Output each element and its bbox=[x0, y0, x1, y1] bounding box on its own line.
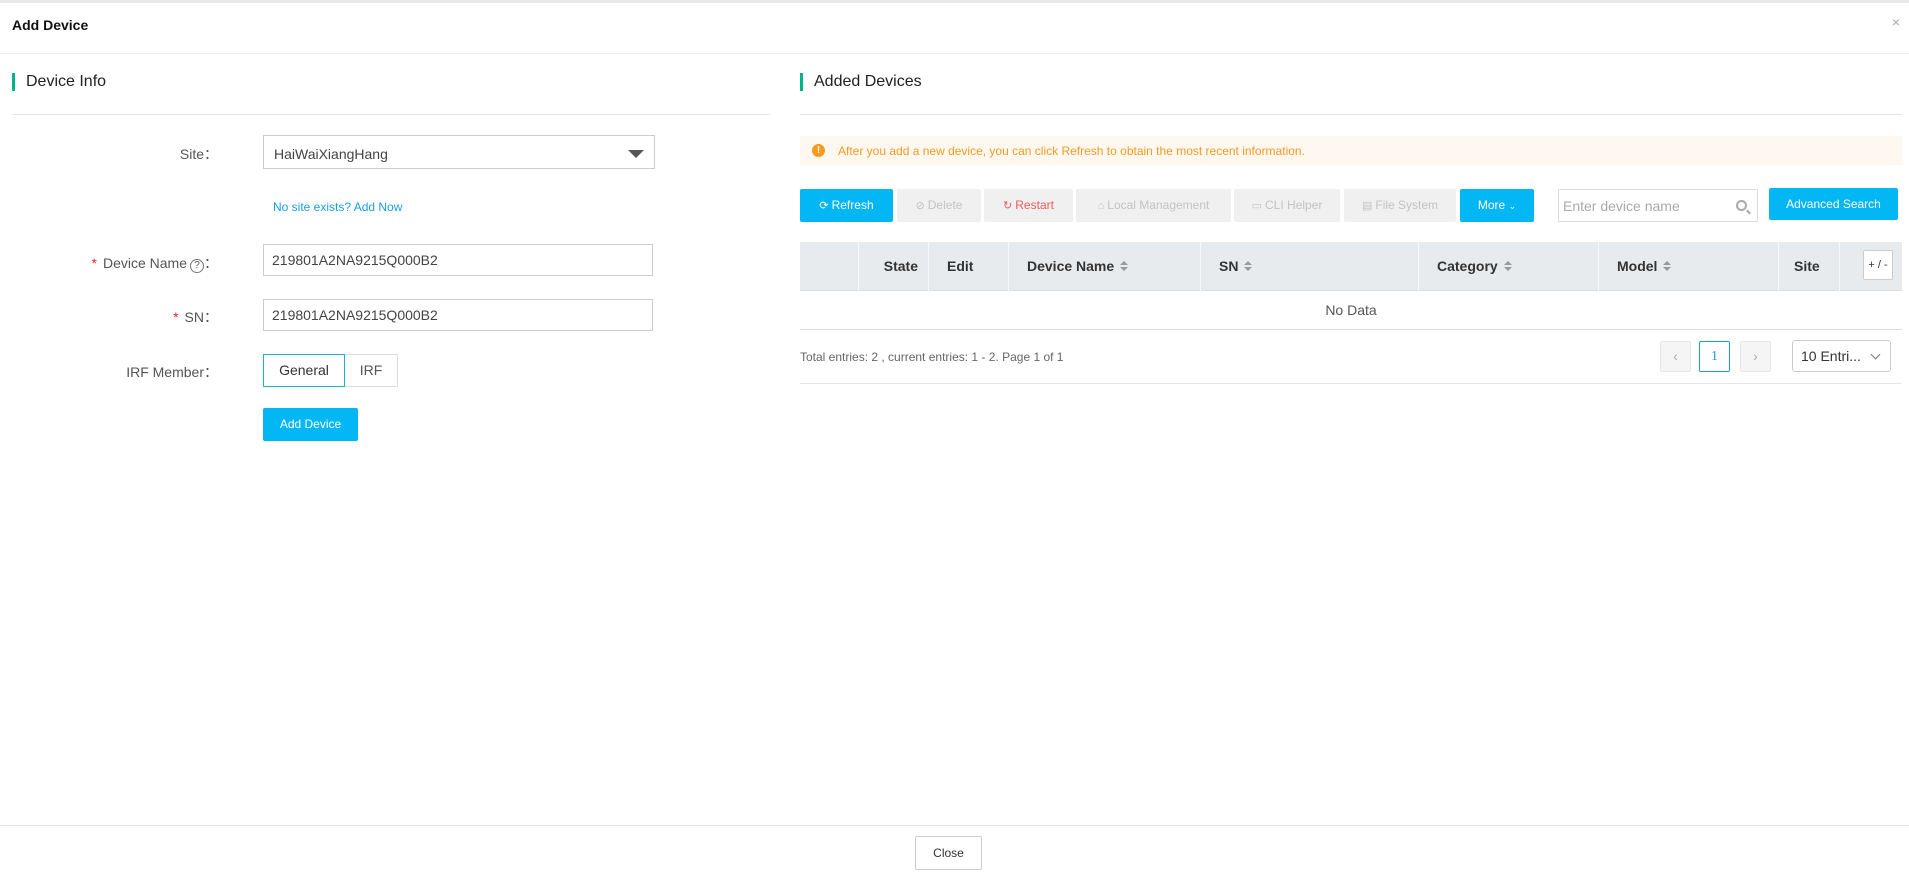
sort-icon[interactable] bbox=[1503, 261, 1512, 272]
irf-option-irf[interactable]: IRF bbox=[345, 354, 398, 387]
folder-icon: ▤ bbox=[1361, 200, 1373, 212]
search-icon[interactable] bbox=[1736, 200, 1747, 211]
label-colon: ： bbox=[204, 255, 218, 271]
column-toggle-button[interactable]: + / - bbox=[1863, 250, 1893, 280]
column-category-label: Category bbox=[1437, 258, 1498, 274]
chevron-down-icon bbox=[1870, 349, 1881, 360]
irf-option-general[interactable]: General bbox=[263, 354, 345, 387]
column-site[interactable]: Site bbox=[1779, 242, 1840, 291]
caret-down-icon bbox=[628, 150, 644, 158]
local-management-label: Local Management bbox=[1107, 198, 1210, 212]
pagination-divider bbox=[800, 383, 1902, 384]
site-label: Site： bbox=[179, 146, 218, 162]
device-search-input[interactable] bbox=[1563, 194, 1723, 218]
irf-member-label: IRF Member： bbox=[126, 364, 218, 380]
column-device-name-label: Device Name bbox=[1027, 258, 1115, 274]
delete-button[interactable]: ⊘ Delete bbox=[897, 189, 981, 222]
help-icon[interactable]: ? bbox=[190, 259, 204, 273]
column-model[interactable]: Model bbox=[1599, 242, 1779, 291]
added-devices-divider bbox=[800, 114, 1902, 115]
empty-state: No Data bbox=[800, 291, 1902, 330]
local-management-button[interactable]: ⌂ Local Management bbox=[1076, 189, 1231, 222]
device-name-label-text: Device Name bbox=[102, 255, 187, 271]
pagination-info: Total entries: 2 , current entries: 1 - … bbox=[800, 350, 1064, 364]
file-system-label: File System bbox=[1375, 198, 1439, 212]
device-name-label: * Device Name?： bbox=[8, 253, 218, 273]
sn-input[interactable] bbox=[263, 299, 653, 331]
column-edit[interactable]: Edit bbox=[929, 242, 1009, 291]
advanced-search-button[interactable]: Advanced Search bbox=[1769, 188, 1898, 220]
restart-label: Restart bbox=[1015, 198, 1054, 212]
dialog-header: Add Device × bbox=[0, 3, 1909, 54]
more-label: More bbox=[1477, 198, 1506, 212]
refresh-label: Refresh bbox=[831, 198, 874, 212]
delete-label: Delete bbox=[927, 198, 963, 212]
required-mark: * bbox=[173, 309, 179, 325]
column-model-label: Model bbox=[1617, 258, 1658, 274]
required-mark: * bbox=[91, 255, 97, 271]
chevron-down-icon: ⌄ bbox=[1508, 201, 1517, 211]
sn-label-text: SN： bbox=[184, 309, 218, 325]
add-device-button[interactable]: Add Device bbox=[263, 408, 358, 441]
delete-icon: ⊘ bbox=[915, 200, 925, 212]
close-icon[interactable]: × bbox=[1889, 15, 1903, 29]
sort-icon[interactable] bbox=[1244, 261, 1253, 272]
site-select[interactable]: HaiWaiXiangHang bbox=[263, 135, 655, 169]
dialog-title: Add Device bbox=[12, 17, 89, 33]
site-select-value: HaiWaiXiangHang bbox=[274, 146, 388, 162]
device-info-title: Device Info bbox=[12, 73, 106, 91]
device-info-divider bbox=[12, 114, 770, 115]
column-sn-label: SN bbox=[1219, 258, 1239, 274]
cli-helper-button[interactable]: ▭ CLI Helper bbox=[1234, 189, 1340, 222]
refresh-icon: ⟳ bbox=[819, 200, 829, 212]
page-size-select[interactable]: 10 Entri... bbox=[1792, 340, 1891, 372]
add-site-link[interactable]: No site exists? Add Now bbox=[273, 200, 402, 214]
warning-icon: ! bbox=[812, 144, 825, 157]
refresh-notice: ! After you add a new device, you can cl… bbox=[800, 136, 1902, 165]
close-button[interactable]: Close bbox=[915, 836, 982, 870]
footer-divider bbox=[0, 825, 1909, 826]
sort-icon[interactable] bbox=[1663, 261, 1672, 272]
sn-label: * SN： bbox=[8, 307, 218, 327]
cli-helper-label: CLI Helper bbox=[1265, 198, 1323, 212]
column-device-name[interactable]: Device Name bbox=[1009, 242, 1201, 291]
restart-button[interactable]: ↻ Restart bbox=[984, 189, 1073, 222]
column-state[interactable]: State bbox=[859, 242, 929, 291]
column-sn[interactable]: SN bbox=[1201, 242, 1419, 291]
notice-text: After you add a new device, you can clic… bbox=[838, 144, 1305, 158]
file-system-button[interactable]: ▤ File System bbox=[1344, 189, 1456, 222]
more-button[interactable]: More ⌄ bbox=[1460, 189, 1534, 222]
restart-icon: ↻ bbox=[1003, 200, 1013, 212]
home-icon: ⌂ bbox=[1097, 200, 1105, 212]
added-devices-title: Added Devices bbox=[800, 73, 922, 91]
refresh-button[interactable]: ⟳ Refresh bbox=[800, 189, 893, 222]
page-size-value: 10 Entri... bbox=[1801, 348, 1861, 364]
prev-page-button[interactable]: ‹ bbox=[1660, 341, 1691, 372]
page-1-button[interactable]: 1 bbox=[1699, 341, 1730, 372]
grid-header: State Edit Device Name SN Category Model… bbox=[800, 242, 1902, 291]
select-all-column[interactable] bbox=[800, 242, 859, 291]
device-name-input[interactable] bbox=[263, 244, 653, 276]
sort-icon[interactable] bbox=[1120, 261, 1129, 272]
column-category[interactable]: Category bbox=[1419, 242, 1599, 291]
terminal-icon: ▭ bbox=[1251, 200, 1263, 212]
next-page-button[interactable]: › bbox=[1740, 341, 1771, 372]
device-search bbox=[1558, 189, 1758, 222]
